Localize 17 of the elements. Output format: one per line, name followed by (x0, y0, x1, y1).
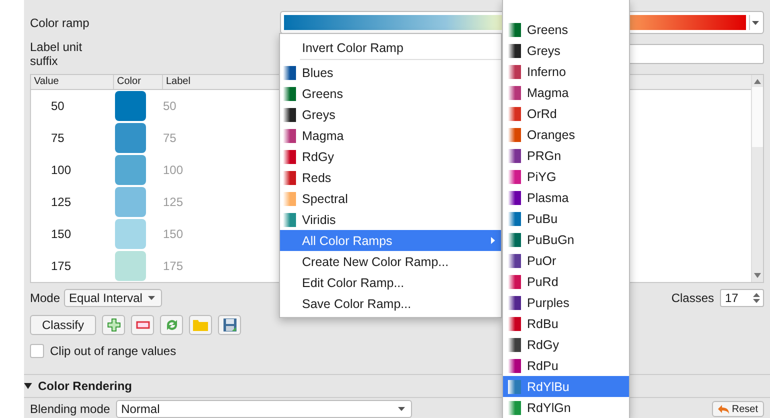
mode-label: Mode (30, 291, 60, 306)
color-ramp-label: Color ramp (30, 16, 90, 30)
table-cell: 50 (163, 98, 176, 113)
table-cell: 125 (163, 194, 184, 209)
table-cell: 150 (163, 226, 184, 241)
table-cell-text: 100 (50, 162, 72, 177)
table-cell-text: 75 (50, 130, 66, 145)
label-unit-suffix-label: Label unit suffix (30, 40, 84, 68)
table-cell-text: 175 (50, 258, 72, 273)
table-cell-text: 150 (50, 226, 72, 241)
table-cell: 75 (163, 130, 176, 145)
table-cell-text: 50 (50, 98, 66, 113)
table-cell: 100 (163, 162, 184, 177)
table-cell: 175 (163, 258, 184, 273)
table-cell-text: 125 (50, 194, 72, 209)
blending-mode-label: Blending mode (30, 402, 110, 416)
classes-label: Classes (671, 291, 714, 306)
